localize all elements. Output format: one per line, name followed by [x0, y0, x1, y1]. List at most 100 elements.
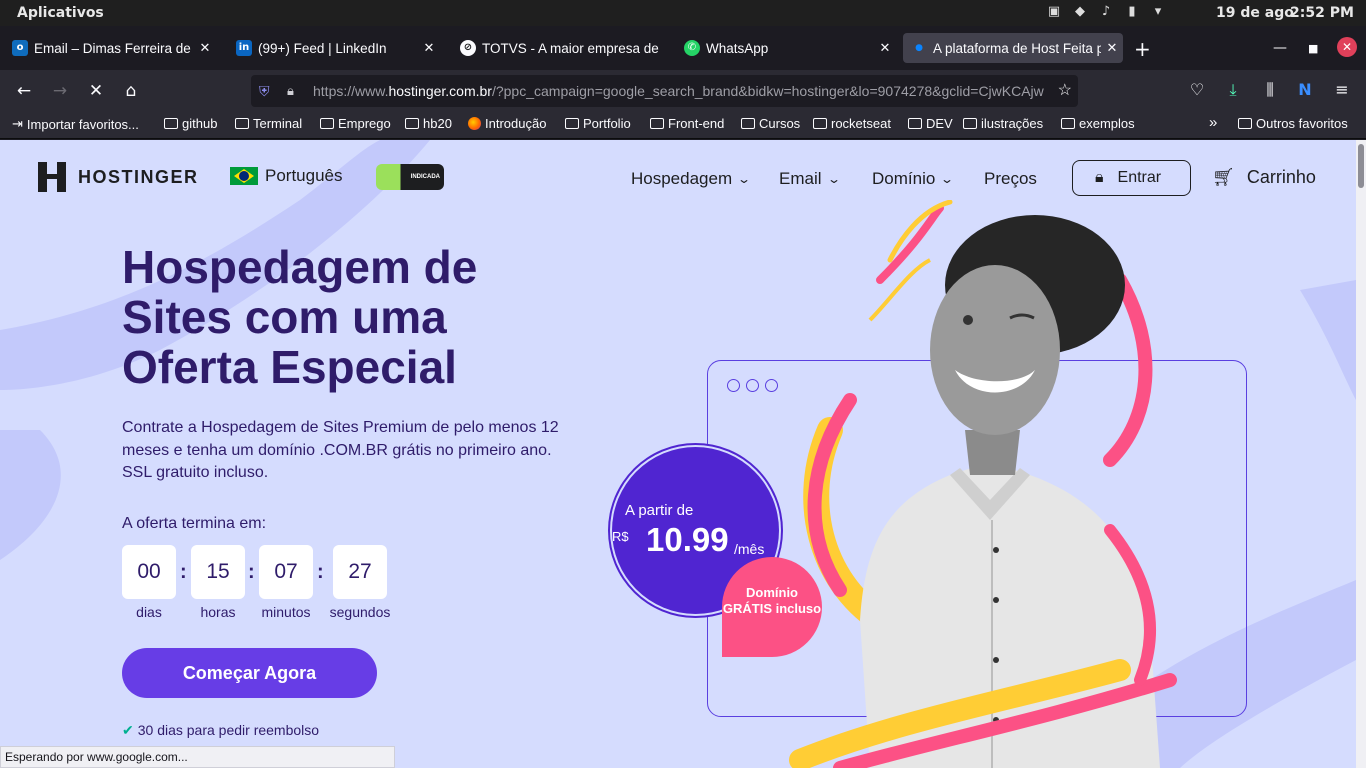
bookmark-folder[interactable]: Emprego — [320, 116, 391, 131]
clock[interactable]: 2:52 PM — [1290, 5, 1354, 21]
maximize-icon[interactable]: ■ — [1308, 42, 1318, 55]
lock-icon[interactable]: 🔒︎ — [287, 75, 294, 107]
url-bar[interactable]: ⛨ 🔒︎ https://www.hostinger.com.br/?ppc_c… — [251, 75, 1078, 107]
free-domain-badge: Domínio GRÁTIS incluso — [722, 557, 822, 657]
bookmark-folder[interactable]: github — [164, 116, 217, 131]
menu-dominio[interactable]: Domínio ⌄ — [872, 169, 954, 189]
menu-email[interactable]: Email ⌄ — [779, 169, 841, 189]
tab-totvs[interactable]: ⊘ TOTVS - A maior empresa de — [452, 33, 670, 63]
close-icon[interactable]: ✕ — [418, 41, 440, 56]
back-icon[interactable]: ← — [13, 81, 35, 101]
countdown-hours: 15 — [191, 545, 245, 599]
countdown-unit-label: horas — [200, 604, 236, 620]
extension-icon[interactable]: N — [1294, 80, 1316, 99]
bookmark-folder[interactable]: Portfolio — [565, 116, 631, 131]
folder-icon — [741, 118, 755, 129]
folder-icon — [813, 118, 827, 129]
countdown-minutes: 07 — [259, 545, 313, 599]
bookmark-star-icon[interactable]: ☆ — [1058, 75, 1072, 107]
bookmark-link[interactable]: Introdução — [468, 116, 546, 131]
bookmark-folder[interactable]: Cursos — [741, 116, 800, 131]
url-text[interactable]: https://www.hostinger.com.br/?ppc_campai… — [313, 75, 1048, 107]
login-button[interactable]: 🔒︎ Entrar — [1072, 160, 1191, 196]
battery-icon[interactable]: ▮ — [1124, 4, 1140, 20]
downloads-icon[interactable]: ⤓ — [1222, 80, 1244, 100]
countdown-days: 00 — [122, 545, 176, 599]
web-page: HOSTINGER Português INDICADA Hospedagem ⌄… — [0, 140, 1356, 768]
totvs-icon: ⊘ — [460, 40, 476, 56]
forward-icon[interactable]: → — [49, 81, 71, 101]
library-icon[interactable]: ⫼ — [1259, 80, 1281, 100]
folder-icon — [320, 118, 334, 129]
refund-note: ✔ 30 dias para pedir reembolso — [122, 722, 320, 738]
folder-icon — [565, 118, 579, 129]
hostinger-logo[interactable]: HOSTINGER — [38, 162, 199, 192]
tracking-protection-icon[interactable]: ⛨ — [259, 75, 270, 107]
offer-end-label: A oferta termina em: — [122, 515, 267, 532]
menu-icon[interactable]: ≡ — [1331, 80, 1353, 99]
tab-email[interactable]: o Email – Dimas Ferreira de Ca ✕ — [4, 33, 216, 63]
brazil-flag-icon — [230, 167, 258, 185]
price-from-label: A partir de — [625, 502, 694, 519]
firefox-icon — [468, 117, 481, 130]
cart-link[interactable]: 🛒︎ Carrinho — [1212, 167, 1316, 188]
folder-icon — [963, 118, 977, 129]
stop-loading-icon[interactable]: ✕ — [85, 81, 107, 101]
countdown-separator: : — [248, 561, 255, 583]
close-icon[interactable]: ✕ — [874, 41, 896, 56]
home-icon[interactable]: ⌂ — [120, 81, 142, 101]
os-top-bar: Aplicativos ▣ ◆ ♪ ▮ ▾ 19 de ago 2:52 PM — [0, 0, 1366, 26]
tab-hostinger[interactable]: ● A plataforma de Host Feita p ✕ — [903, 33, 1123, 63]
cart-icon: 🛒︎ — [1212, 167, 1235, 187]
chevron-overflow-icon[interactable]: » — [1209, 114, 1217, 131]
wifi-icon[interactable]: ◆ — [1072, 4, 1088, 20]
chevron-down-icon[interactable]: ▾ — [1150, 4, 1166, 20]
menu-hospedagem[interactable]: Hospedagem ⌄ — [631, 169, 751, 189]
close-icon[interactable]: ✕ — [1101, 41, 1123, 56]
window-close-icon[interactable]: ✕ — [1337, 37, 1357, 57]
navigation-toolbar: ← → ✕ ⌂ ⛨ 🔒︎ https://www.hostinger.com.b… — [0, 70, 1366, 112]
applications-menu[interactable]: Aplicativos — [17, 5, 104, 21]
countdown-separator: : — [317, 561, 324, 583]
bookmark-folder[interactable]: hb20 — [405, 116, 452, 131]
folder-icon — [908, 118, 922, 129]
system-tray: ▣ ◆ ♪ ▮ ▾ — [1046, 4, 1166, 20]
close-icon[interactable]: ✕ — [194, 41, 216, 56]
bookmark-folder[interactable]: ilustrações — [963, 116, 1043, 131]
linkedin-icon: in — [236, 40, 252, 56]
bookmark-import[interactable]: ⇥ Importar favoritos... — [12, 116, 139, 132]
loading-icon: ● — [915, 43, 923, 53]
import-icon: ⇥ — [12, 116, 23, 131]
price-period: /mês — [734, 541, 765, 557]
minimize-icon[interactable]: — — [1273, 40, 1287, 56]
price-currency: R$ — [612, 529, 629, 544]
bookmark-folder[interactable]: Terminal — [235, 116, 302, 131]
menu-precos[interactable]: Preços — [984, 169, 1037, 189]
start-now-button[interactable]: Começar Agora — [122, 648, 377, 698]
status-bar: Esperando por www.google.com... — [0, 746, 395, 768]
tab-whatsapp[interactable]: ✆ WhatsApp ✕ — [676, 33, 896, 63]
bookmark-folder[interactable]: exemplos — [1061, 116, 1135, 131]
pocket-icon[interactable]: ♡ — [1186, 80, 1208, 99]
countdown-unit-label: dias — [136, 604, 162, 620]
scrollbar-thumb[interactable] — [1358, 144, 1364, 188]
bookmark-folder[interactable]: Front-end — [650, 116, 724, 131]
new-tab-icon[interactable]: + — [1134, 39, 1151, 59]
display-icon[interactable]: ▣ — [1046, 4, 1062, 20]
bookmark-other-folder[interactable]: Outros favoritos — [1238, 116, 1348, 131]
window-dot-icon — [727, 379, 740, 392]
language-selector[interactable]: Português — [230, 166, 343, 186]
date-label: 19 de ago — [1216, 5, 1294, 21]
page-scrollbar[interactable] — [1356, 140, 1366, 768]
tab-linkedin[interactable]: in (99+) Feed | LinkedIn ✕ — [228, 33, 440, 63]
lock-icon: 🔒︎ — [1095, 169, 1104, 186]
hero-description: Contrate a Hospedagem de Sites Premium d… — [122, 419, 559, 481]
volume-icon[interactable]: ♪ — [1098, 4, 1114, 20]
chevron-down-icon: ⌄ — [826, 172, 841, 186]
hero-title: Hospedagem de Sites com uma Oferta Espec… — [122, 241, 478, 393]
bookmark-folder[interactable]: rocketseat — [813, 116, 891, 131]
award-badge: INDICADA — [376, 164, 444, 190]
hero-person-image — [789, 200, 1177, 768]
bookmark-folder[interactable]: DEV — [908, 116, 953, 131]
checkmark-icon: ✔ — [122, 722, 134, 738]
